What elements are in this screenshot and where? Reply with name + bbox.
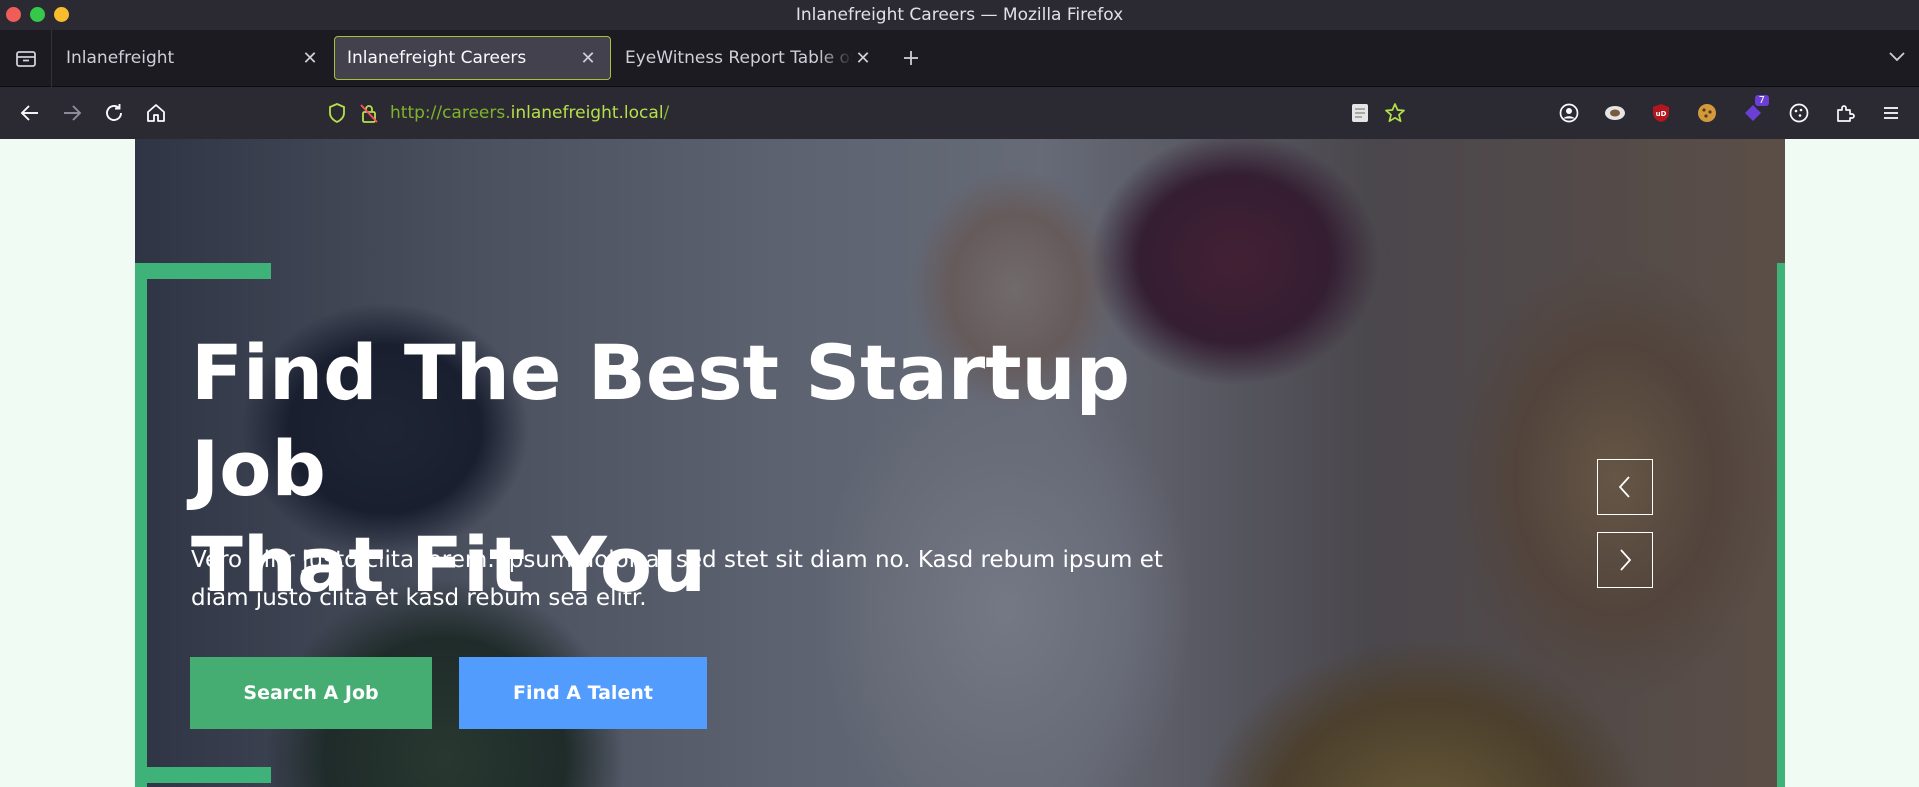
app-menu-button[interactable]: [1873, 95, 1909, 131]
extension-button-5[interactable]: [1781, 95, 1817, 131]
accent-frame-left: [135, 263, 147, 787]
account-button[interactable]: [1551, 95, 1587, 131]
tab-list-button[interactable]: [0, 29, 52, 87]
back-button[interactable]: [12, 95, 48, 131]
search-job-button[interactable]: Search A Job: [190, 657, 432, 729]
extension-button-3[interactable]: [1689, 95, 1725, 131]
find-talent-button[interactable]: Find A Talent: [459, 657, 707, 729]
tab-inlanefreight-careers[interactable]: Inlanefreight Careers ✕: [334, 36, 611, 80]
carousel-prev-button[interactable]: [1597, 459, 1653, 515]
extension-button-1[interactable]: [1597, 95, 1633, 131]
carousel-next-button[interactable]: [1597, 532, 1653, 588]
chevron-right-icon: [1620, 549, 1632, 571]
url-bar[interactable]: http://careers.inlanefreight.local/: [326, 95, 1416, 131]
list-all-tabs-button[interactable]: [1887, 46, 1907, 70]
toolbar-right: uD 7: [1551, 95, 1909, 131]
maximize-window-button[interactable]: [30, 7, 45, 22]
extensions-button[interactable]: [1827, 95, 1863, 131]
tab-inlanefreight[interactable]: Inlanefreight ✕: [54, 36, 332, 80]
chevron-left-icon: [1618, 476, 1630, 498]
plus-icon: [904, 51, 918, 65]
close-tab-icon[interactable]: ✕: [578, 48, 598, 69]
url-domain: inlanefreight.local: [510, 103, 664, 123]
reader-view-button[interactable]: [1348, 101, 1372, 125]
tab-list-icon: [15, 51, 36, 67]
url-scheme: http://careers.: [390, 103, 511, 123]
accent-frame-bottom: [135, 767, 271, 783]
svg-text:uD: uD: [1656, 110, 1667, 118]
close-tab-icon[interactable]: ✕: [300, 48, 320, 69]
menu-icon: [1884, 107, 1898, 119]
lock-icon[interactable]: [358, 102, 380, 124]
home-icon: [147, 104, 165, 122]
reader-icon: [1352, 104, 1368, 122]
reload-icon: [106, 104, 122, 121]
back-arrow-icon: [20, 105, 38, 121]
reload-button[interactable]: [96, 95, 132, 131]
hero-subtitle: Vero elitr justo clita lorem. Ipsum dolo…: [191, 547, 1163, 611]
hero-title-line1: Find The Best Startup Job: [191, 328, 1131, 513]
close-window-button[interactable]: [6, 7, 21, 22]
cookie-extension-icon: [1605, 106, 1625, 120]
tab-label: Inlanefreight Careers: [347, 48, 527, 68]
ublock-icon: uD: [1653, 104, 1669, 122]
accent-frame-top: [135, 263, 271, 279]
url-path: /: [663, 103, 670, 123]
account-icon: [1559, 103, 1579, 123]
puzzle-icon: [1837, 105, 1855, 122]
tab-label: Inlanefreight: [66, 48, 175, 68]
minimize-window-button[interactable]: [54, 7, 69, 22]
shield-icon[interactable]: [326, 102, 348, 124]
chevron-down-icon: [1889, 52, 1905, 62]
bookmark-button[interactable]: [1380, 98, 1410, 128]
accent-frame-right: [1777, 263, 1785, 787]
close-tab-icon[interactable]: ✕: [853, 48, 873, 69]
ublock-button[interactable]: uD: [1643, 95, 1679, 131]
tab-eyewitness-report[interactable]: EyeWitness Report Table of Contents ✕: [613, 36, 885, 80]
tab-label: EyeWitness Report Table of Contents: [625, 48, 853, 68]
window-titlebar: Inlanefreight Careers — Mozilla Firefox: [0, 0, 1919, 30]
page-action-icons: [1348, 95, 1410, 131]
home-button[interactable]: [138, 95, 174, 131]
cookie-outline-icon: [1789, 103, 1809, 123]
extension-badge-count: 7: [1754, 95, 1769, 106]
forward-button[interactable]: [54, 95, 90, 131]
extension-button-4[interactable]: 7: [1735, 95, 1771, 131]
page-content: Find The Best Startup Job That Fit You V…: [0, 139, 1919, 787]
window-controls: [6, 7, 69, 22]
url-text[interactable]: http://careers.inlanefreight.local/: [390, 103, 669, 123]
cookie-icon: [1698, 104, 1716, 122]
hero-carousel: Find The Best Startup Job That Fit You V…: [135, 139, 1785, 787]
forward-arrow-icon: [64, 105, 82, 121]
navigation-toolbar: http://careers.inlanefreight.local/ uD 7: [0, 87, 1919, 139]
window-title: Inlanefreight Careers — Mozilla Firefox: [795, 5, 1124, 25]
new-tab-button[interactable]: [891, 38, 931, 78]
tab-bar: Inlanefreight ✕ Inlanefreight Careers ✕ …: [0, 29, 1919, 87]
bookmark-star-icon: [1385, 103, 1405, 123]
